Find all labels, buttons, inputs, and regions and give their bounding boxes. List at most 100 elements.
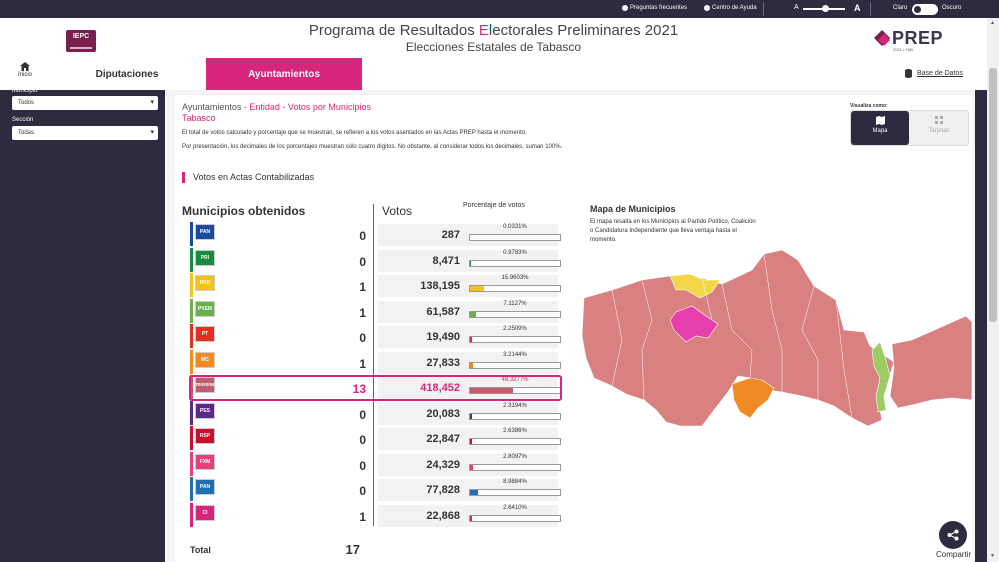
- vote-percentage: 7.1127%: [503, 300, 527, 307]
- party-stripe: [190, 298, 193, 323]
- municipio-select[interactable]: Todos: [12, 96, 158, 110]
- party-stripe: [190, 451, 193, 476]
- percentage-bar-fill: [470, 439, 473, 444]
- votes-count: 27,833: [426, 356, 460, 369]
- faq-link[interactable]: Preguntas frecuentes: [622, 5, 687, 11]
- font-decrease[interactable]: A: [794, 4, 799, 11]
- table-row: RSP 0 22,847 2.6386%: [182, 426, 562, 450]
- scrollbar-thumb[interactable]: [989, 68, 997, 322]
- party-stripe: [190, 426, 193, 450]
- percentage-bar-fill: [470, 260, 471, 266]
- view-map-button[interactable]: Mapa: [851, 111, 909, 145]
- party-stripe: [190, 502, 193, 527]
- municipios-count: 0: [359, 407, 366, 422]
- font-size-slider-handle[interactable]: [822, 5, 829, 12]
- table-row: PES 0 20,083 2.3194%: [182, 400, 562, 425]
- municipios-map[interactable]: [582, 250, 972, 430]
- percentage-bar: [469, 463, 561, 471]
- divider: [763, 2, 764, 16]
- percentage-bar-fill: [470, 515, 473, 521]
- party-logo: MC: [195, 351, 215, 368]
- column-divider: [373, 204, 374, 526]
- scroll-down-icon[interactable]: ▼: [990, 553, 995, 559]
- theme-toggle[interactable]: [912, 4, 938, 15]
- vote-percentage: 2.6386%: [503, 428, 527, 434]
- total-label: Total: [190, 545, 211, 555]
- table-row: PAN 0 287 0.0331%: [182, 222, 562, 246]
- tab-diputaciones[interactable]: Diputaciones: [70, 58, 184, 90]
- prep-logo-sub: 2021 • TAB: [893, 47, 913, 52]
- vote-percentage: 2.2509%: [503, 326, 527, 332]
- table-row: PRI 0 8,471 0.9783%: [182, 247, 562, 272]
- vote-percentage: 3.2144%: [503, 351, 527, 358]
- table-row: PAN PRI PRD 0 77,828 8.9884%: [182, 477, 562, 518]
- percentage-bar: [469, 310, 561, 318]
- info-icon: [704, 5, 710, 11]
- share-icon: [947, 529, 959, 541]
- municipio-label: Municipio: [12, 88, 38, 94]
- percentage-bar: [469, 259, 561, 267]
- scroll-up-icon[interactable]: ▲: [990, 20, 995, 26]
- base-datos-link[interactable]: Base de Datos: [905, 69, 963, 78]
- total-value: 17: [345, 542, 360, 557]
- votes-count: 61,587: [426, 305, 460, 318]
- party-stripe: [190, 247, 193, 272]
- party-stripe: [190, 400, 193, 425]
- party-logo: FXM: [195, 453, 215, 470]
- nav-home[interactable]: Inicio: [16, 62, 34, 78]
- home-icon: [20, 62, 30, 71]
- municipios-count: 0: [359, 254, 366, 269]
- percentage-bar-fill: [470, 286, 485, 291]
- percentage-bar: [469, 361, 561, 369]
- vote-percentage: 2.3194%: [503, 402, 527, 409]
- percentage-bar: [469, 514, 561, 522]
- party-logo: PVEM: [195, 300, 215, 317]
- seccion-select[interactable]: Todas: [12, 126, 158, 140]
- party-logo: PRD: [195, 275, 215, 291]
- view-cards-button[interactable]: Tarjetas: [910, 111, 968, 145]
- view-cards-label: Tarjetas: [928, 128, 950, 134]
- map-region-morena-east[interactable]: [889, 315, 972, 409]
- base-datos-label: Base de Datos: [917, 70, 963, 77]
- header-municipios: Municipios obtenidos: [182, 204, 306, 218]
- help-link[interactable]: Centro de Ayuda: [704, 5, 757, 11]
- table-row: PVEM 1 61,587 7.1127%: [182, 298, 562, 323]
- percentage-bar-fill: [470, 362, 473, 368]
- top-utility-bar: Preguntas frecuentes Centro de Ayuda A A…: [0, 0, 999, 18]
- votes-count: 287: [441, 229, 460, 241]
- municipios-count: 0: [359, 229, 366, 243]
- map-icon: [875, 116, 885, 125]
- percentage-bar-fill: [470, 413, 473, 419]
- question-icon: [622, 5, 628, 11]
- right-frame: [975, 90, 987, 562]
- table-row: PT 0 19,490 2.2509%: [182, 324, 562, 348]
- crumb-item: Ayuntamientos -: [182, 102, 250, 112]
- nav-home-label: Inicio: [17, 72, 32, 78]
- municipios-count: 0: [359, 331, 366, 345]
- municipios-count: 1: [359, 509, 366, 524]
- municipios-count: 1: [359, 305, 366, 320]
- font-increase[interactable]: A: [854, 3, 861, 13]
- municipios-count: 0: [359, 484, 366, 498]
- page-header: IEPC Programa de Resultados Electorales …: [0, 18, 987, 90]
- page-title: Programa de Resultados Electorales Preli…: [0, 22, 987, 39]
- breadcrumb: Ayuntamientos - Entidad - Votos por Muni…: [182, 102, 371, 112]
- tab-ayuntamientos[interactable]: Ayuntamientos: [206, 58, 362, 90]
- votes-count: 19,490: [426, 331, 460, 343]
- party-logo: PAN PRI PRD: [195, 479, 215, 518]
- share-button[interactable]: [939, 521, 967, 549]
- filter-sidebar: Municipio Todos Sección Todas: [0, 88, 165, 562]
- vote-percentage: 15.9603%: [501, 275, 529, 281]
- crumb-entidad-link[interactable]: Entidad: [249, 102, 280, 112]
- votes-count: 77,828: [426, 484, 460, 496]
- view-as-label: Visualiza como:: [850, 103, 888, 109]
- party-logo: PRI: [195, 249, 215, 266]
- party-stripe: [190, 349, 193, 374]
- map-region-mc[interactable]: [731, 377, 775, 419]
- votes-count: 8,471: [432, 254, 460, 267]
- percentage-bar-fill: [470, 337, 473, 342]
- votes-count: 138,195: [420, 280, 460, 292]
- party-stripe: [190, 324, 193, 348]
- vote-percentage: 2.8097%: [503, 453, 527, 460]
- theme-light-label: Claro: [893, 5, 908, 11]
